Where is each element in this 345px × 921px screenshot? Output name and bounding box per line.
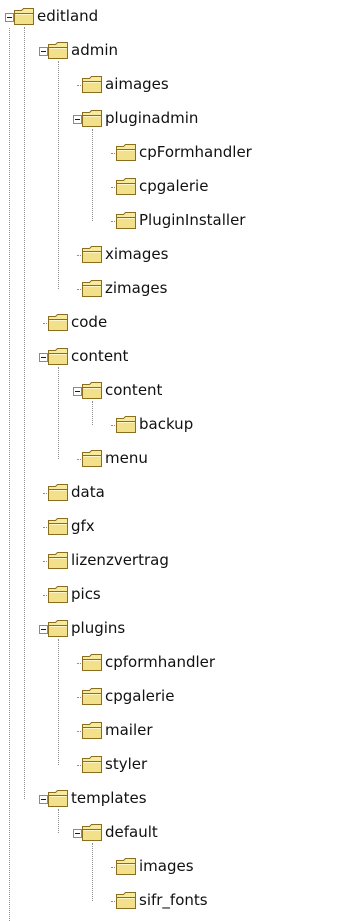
folder-icon — [81, 686, 103, 707]
vertical-guide-line — [24, 27, 25, 799]
folder-icon — [81, 244, 103, 265]
tree-item-label: sifr_fonts — [139, 891, 208, 909]
tree-item-label: admin — [71, 41, 118, 59]
tree-item-default-24[interactable]: default — [68, 816, 345, 850]
tree-item-label: pluginadmin — [105, 109, 199, 127]
folder-icon — [81, 652, 103, 673]
tree-item-cpformhandler-19[interactable]: cpformhandler — [68, 646, 345, 680]
folder-icon — [47, 550, 69, 571]
folder-icon — [47, 618, 69, 639]
tree-item-label: cpFormhandler — [139, 143, 252, 161]
folder-icon — [47, 482, 69, 503]
tree-item-data-14[interactable]: data — [34, 476, 345, 510]
folder-icon — [81, 822, 103, 843]
tree-item-editland[interactable]: editland — [0, 0, 345, 34]
tree-item-label: gfx — [71, 517, 95, 535]
tree-item-plugininstaller-6[interactable]: PluginInstaller — [102, 204, 345, 238]
folder-tree: editland admin aimages pluginadmin cpFormhan… — [0, 0, 345, 921]
tree-item-templates-23[interactable]: templates — [34, 782, 345, 816]
tree-item-label: content — [71, 347, 129, 365]
tree-item-pluginadmin-3[interactable]: pluginadmin — [68, 102, 345, 136]
tree-item-plugins-18[interactable]: plugins — [34, 612, 345, 646]
folder-icon — [47, 312, 69, 333]
tree-item-label: lizenzvertrag — [71, 551, 169, 569]
folder-icon — [115, 856, 137, 877]
tree-item-label: mailer — [105, 721, 153, 739]
tree-item-code-9[interactable]: code — [34, 306, 345, 340]
tree-item-label: cpgalerie — [139, 177, 209, 195]
tree-item-gfx-15[interactable]: gfx — [34, 510, 345, 544]
tree-item-mailer-21[interactable]: mailer — [68, 714, 345, 748]
tree-item-label: menu — [105, 449, 148, 467]
tree-item-cpformhandler-4[interactable]: cpFormhandler — [102, 136, 345, 170]
folder-icon — [81, 74, 103, 95]
folder-icon — [47, 516, 69, 537]
tree-item-images-25[interactable]: images — [102, 850, 345, 884]
tree-item-label: cpgalerie — [105, 687, 175, 705]
tree-item-cpgalerie-20[interactable]: cpgalerie — [68, 680, 345, 714]
tree-item-label: ximages — [105, 245, 169, 263]
tree-item-label: default — [105, 823, 158, 841]
tree-item-label: templates — [71, 789, 147, 807]
tree-item-admin-1[interactable]: admin — [34, 34, 345, 68]
tree-item-content-10[interactable]: content — [34, 340, 345, 374]
tree-item-label: cpformhandler — [105, 653, 216, 671]
folder-icon — [47, 346, 69, 367]
tree-item-backup-12[interactable]: backup — [102, 408, 345, 442]
tree-item-label: zimages — [105, 279, 168, 297]
folder-icon — [81, 108, 103, 129]
vertical-guide-line — [58, 639, 59, 765]
tree-item-cpgalerie-5[interactable]: cpgalerie — [102, 170, 345, 204]
tree-item-label: aimages — [105, 75, 169, 93]
tree-item-label: plugins — [71, 619, 126, 637]
folder-icon — [115, 210, 137, 231]
folder-icon — [81, 448, 103, 469]
tree-item-aimages-2[interactable]: aimages — [68, 68, 345, 102]
vertical-guide-line — [92, 129, 93, 221]
folder-icon — [115, 142, 137, 163]
tree-item-lizenzvertrag-16[interactable]: lizenzvertrag — [34, 544, 345, 578]
vertical-guide-line — [92, 843, 93, 901]
vertical-guide-line — [58, 61, 59, 289]
folder-icon — [13, 6, 35, 27]
tree-item-label: PluginInstaller — [139, 211, 246, 229]
folder-icon — [47, 40, 69, 61]
tree-item-label: images — [139, 857, 194, 875]
folder-icon — [47, 584, 69, 605]
vertical-guide-line — [9, 28, 10, 921]
tree-item-pics-17[interactable]: pics — [34, 578, 345, 612]
folder-icon — [81, 380, 103, 401]
tree-item-label: pics — [71, 585, 101, 603]
vertical-guide-line — [58, 367, 59, 459]
folder-icon — [81, 754, 103, 775]
tree-item-label: data — [71, 483, 105, 501]
tree-item-label: styler — [105, 755, 148, 773]
tree-item-styler-22[interactable]: styler — [68, 748, 345, 782]
tree-item-zimages-8[interactable]: zimages — [68, 272, 345, 306]
folder-icon — [115, 414, 137, 435]
tree-item-label: backup — [139, 415, 194, 433]
tree-item-label: code — [71, 313, 108, 331]
folder-icon — [47, 788, 69, 809]
folder-icon — [81, 278, 103, 299]
tree-item-ximages-7[interactable]: ximages — [68, 238, 345, 272]
folder-icon — [81, 720, 103, 741]
folder-icon — [115, 890, 137, 911]
folder-icon — [115, 176, 137, 197]
tree-item-content-11[interactable]: content — [68, 374, 345, 408]
tree-item-sifr-fonts-26[interactable]: sifr_fonts — [102, 884, 345, 918]
tree-item-label: editland — [37, 7, 99, 25]
tree-item-menu-13[interactable]: menu — [68, 442, 345, 476]
tree-item-label: content — [105, 381, 163, 399]
